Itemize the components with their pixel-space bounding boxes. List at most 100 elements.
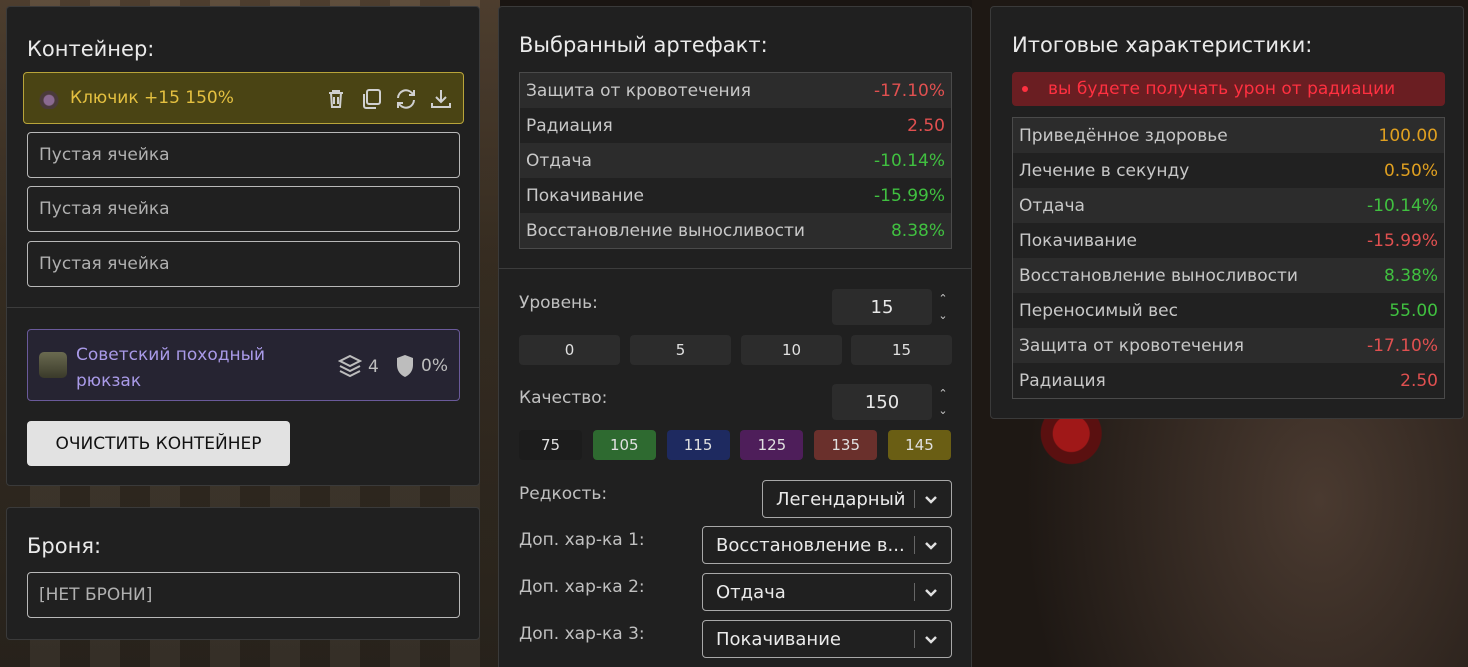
artifact-title: Выбранный артефакт: — [519, 33, 768, 57]
stat-row: Приведённое здоровье 100.00 — [1013, 118, 1444, 153]
copy-icon[interactable] — [359, 87, 383, 111]
extra1-value: Восстановление в... — [716, 534, 905, 556]
quality-input[interactable]: 150 — [832, 384, 932, 420]
stat-value: -10.14% — [874, 150, 945, 171]
quality-preset[interactable]: 125 — [740, 430, 804, 460]
chevron-down-icon — [925, 542, 937, 550]
quality-preset[interactable]: 145 — [888, 430, 951, 460]
artifact-thumbnail-icon — [38, 87, 60, 109]
level-label: Уровень: — [519, 293, 598, 313]
quality-preset[interactable]: 105 — [592, 430, 656, 460]
stat-value: -17.10% — [874, 80, 945, 101]
level-preset[interactable]: 10 — [741, 335, 842, 365]
stat-name: Радиация — [1019, 370, 1106, 391]
backpack-slots: 4 — [338, 354, 379, 380]
backpack-card[interactable]: Советский походный рюкзак 4 0% — [27, 329, 460, 401]
stat-name: Защита от кровотечения — [1019, 335, 1244, 356]
backpack-protection-value: 0% — [421, 356, 448, 376]
extra3-value: Покачивание — [716, 628, 841, 650]
stat-value: 2.50 — [907, 115, 945, 136]
extra2-select[interactable]: Отдача — [702, 573, 952, 611]
level-input[interactable]: 15 — [832, 289, 932, 325]
level-preset[interactable]: 0 — [519, 335, 620, 365]
armor-panel: Броня: [НЕТ БРОНИ] — [6, 507, 480, 640]
quality-preset[interactable]: 135 — [814, 430, 878, 460]
container-slot-empty[interactable]: Пустая ячейка — [27, 186, 460, 232]
backpack-protection: 0% — [395, 354, 448, 378]
stat-value: -15.99% — [874, 185, 945, 206]
extra1-select[interactable]: Восстановление в... — [702, 526, 952, 564]
select-separator — [914, 630, 915, 648]
artifact-panel: Выбранный артефакт: Защита от кровотечен… — [498, 6, 972, 667]
stat-row: Лечение в секунду 0.50% — [1013, 153, 1444, 188]
download-icon[interactable] — [429, 87, 453, 111]
container-slot-empty[interactable]: Пустая ячейка — [27, 241, 460, 287]
backpack-name: Советский походный рюкзак — [76, 345, 266, 391]
totals-panel: Итоговые характеристики: вы будете получ… — [990, 6, 1464, 419]
layers-icon — [338, 354, 362, 378]
container-title: Контейнер: — [27, 37, 155, 61]
radiation-warning: вы будете получать урон от радиации — [1012, 72, 1445, 106]
totals-title: Итоговые характеристики: — [1012, 33, 1313, 57]
artifact-stats-table: Защита от кровотечения -17.10% Радиация 2.5… — [519, 72, 952, 249]
divider — [7, 307, 479, 308]
rarity-value: Легендарный — [776, 488, 906, 510]
container-panel: Контейнер: Ключик +15 150% Пустая ячейка… — [6, 6, 480, 486]
trash-icon[interactable] — [324, 87, 348, 111]
stat-name: Отдача — [526, 150, 592, 171]
level-increment-icon[interactable]: ⌃ — [936, 292, 950, 306]
stat-row: Восстановление выносливости 8.38% — [1013, 258, 1444, 293]
extra2-label: Доп. хар-ка 2: — [519, 577, 645, 597]
level-preset[interactable]: 15 — [851, 335, 952, 365]
stat-row: Переносимый вес 55.00 — [1013, 293, 1444, 328]
backpack-thumbnail-icon — [39, 352, 67, 378]
stat-row: Защита от кровотечения -17.10% — [520, 73, 951, 108]
stat-name: Радиация — [526, 115, 613, 136]
stat-row: Радиация 2.50 — [520, 108, 951, 143]
extra2-value: Отдача — [716, 581, 786, 603]
backpack-slots-value: 4 — [368, 357, 379, 377]
rarity-select[interactable]: Легендарный — [762, 480, 952, 518]
stat-row: Покачивание -15.99% — [520, 178, 951, 213]
select-separator — [914, 536, 915, 554]
stat-name: Покачивание — [526, 185, 645, 206]
stat-name: Отдача — [1019, 195, 1085, 216]
slot-tools — [324, 87, 453, 111]
stat-name: Покачивание — [1019, 230, 1138, 251]
stat-name: Лечение в секунду — [1019, 160, 1190, 181]
select-separator — [914, 490, 915, 508]
container-slot-active[interactable]: Ключик +15 150% — [23, 72, 464, 124]
stat-name: Защита от кровотечения — [526, 80, 751, 101]
container-slot-empty[interactable]: Пустая ячейка — [27, 132, 460, 178]
stat-value: 0.50% — [1383, 160, 1438, 181]
armor-title: Броня: — [27, 534, 102, 558]
quality-label: Качество: — [519, 388, 608, 408]
stat-row: Отдача -10.14% — [1013, 188, 1444, 223]
stat-value: 8.38% — [1383, 265, 1438, 286]
armor-slot[interactable]: [НЕТ БРОНИ] — [27, 572, 460, 618]
refresh-icon[interactable] — [394, 87, 418, 111]
stat-value: -10.14% — [1367, 195, 1438, 216]
level-decrement-icon[interactable]: ⌄ — [936, 309, 950, 323]
bullet-icon — [1022, 86, 1028, 92]
stat-name: Восстановление выносливости — [1019, 265, 1298, 286]
clear-container-button[interactable]: ОЧИСТИТЬ КОНТЕЙНЕР — [27, 421, 290, 466]
quality-increment-icon[interactable]: ⌃ — [936, 387, 950, 401]
quality-decrement-icon[interactable]: ⌄ — [936, 404, 950, 418]
chevron-down-icon — [925, 496, 937, 504]
extra1-label: Доп. хар-ка 1: — [519, 530, 645, 550]
stat-value: 2.50 — [1400, 370, 1438, 391]
quality-preset[interactable]: 115 — [666, 430, 730, 460]
stat-value: 55.00 — [1389, 300, 1438, 321]
divider — [499, 268, 971, 269]
chevron-down-icon — [925, 636, 937, 644]
extra3-select[interactable]: Покачивание — [702, 620, 952, 658]
level-preset[interactable]: 5 — [630, 335, 731, 365]
active-slot-label: Ключик +15 150% — [70, 88, 234, 108]
stat-value: -15.99% — [1367, 230, 1438, 251]
quality-preset[interactable]: 75 — [519, 430, 582, 460]
stat-name: Переносимый вес — [1019, 300, 1178, 321]
shield-icon — [397, 355, 413, 377]
stat-row: Радиация 2.50 — [1013, 363, 1444, 398]
stat-name: Приведённое здоровье — [1019, 125, 1228, 146]
